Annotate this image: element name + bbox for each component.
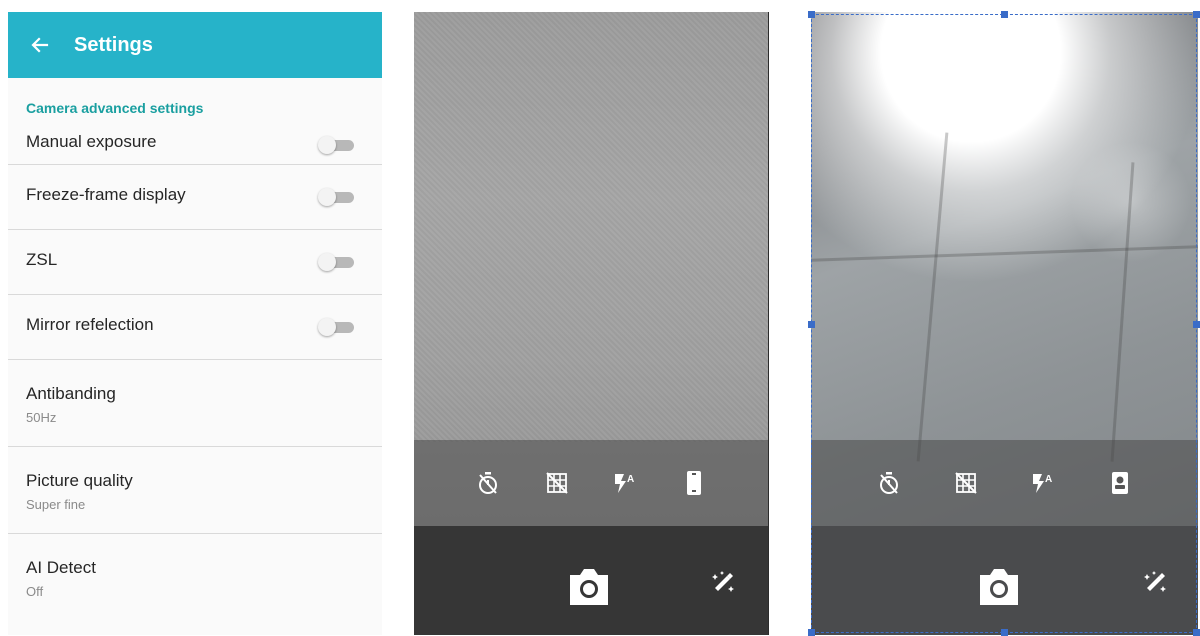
setting-mirror-reflection[interactable]: Mirror refelection	[8, 295, 382, 360]
setting-label: Mirror refelection	[26, 315, 154, 334]
shutter-camera-icon[interactable]	[566, 563, 612, 609]
page-title: Settings	[74, 33, 153, 56]
timer-off-icon[interactable]	[875, 469, 903, 497]
back-arrow-icon[interactable]	[26, 31, 54, 59]
camera-switch-icon[interactable]	[680, 469, 708, 497]
svg-text:A: A	[627, 474, 634, 485]
setting-label: ZSL	[26, 250, 58, 269]
section-header: Camera advanced settings	[26, 100, 204, 116]
setting-label: Freeze-frame display	[26, 185, 186, 204]
timer-off-icon[interactable]	[474, 469, 502, 497]
camera-switch-icon[interactable]	[1106, 469, 1134, 497]
ceiling-beam	[1110, 162, 1135, 462]
panel-divider	[768, 12, 769, 635]
setting-manual-exposure[interactable]: Manual exposure	[8, 122, 382, 165]
setting-label: AI Detect	[26, 558, 96, 577]
flash-auto-icon[interactable]: A	[1029, 469, 1057, 497]
setting-value: Off	[26, 584, 44, 599]
setting-ai-detect[interactable]: AI Detect Off	[8, 534, 382, 620]
camera-toolbar: A	[811, 440, 1198, 526]
manual-exposure-toggle[interactable]	[316, 136, 354, 154]
setting-antibanding[interactable]: Antibanding 50Hz	[8, 360, 382, 447]
magic-wand-icon[interactable]	[709, 568, 737, 596]
setting-picture-quality[interactable]: Picture quality Super fine	[8, 447, 382, 534]
shutter-bar	[811, 526, 1198, 635]
ceiling-beam	[811, 245, 1198, 262]
grid-off-icon[interactable]	[543, 469, 571, 497]
grid-off-icon[interactable]	[952, 469, 980, 497]
app-bar: Settings	[8, 12, 382, 78]
ceiling-beam	[916, 132, 949, 462]
setting-label: Picture quality	[26, 471, 133, 490]
zsl-toggle[interactable]	[316, 253, 354, 271]
flash-auto-icon[interactable]: A	[611, 469, 639, 497]
setting-zsl[interactable]: ZSL	[8, 230, 382, 295]
mirror-reflection-toggle[interactable]	[316, 318, 354, 336]
camera-viewfinder-1: A	[414, 12, 768, 635]
setting-label: Manual exposure	[26, 132, 157, 151]
shutter-camera-icon[interactable]	[976, 563, 1022, 609]
shutter-bar	[414, 526, 768, 635]
setting-label: Antibanding	[26, 384, 116, 403]
magic-wand-icon[interactable]	[1141, 568, 1169, 596]
camera-toolbar: A	[414, 440, 768, 526]
setting-value: 50Hz	[26, 410, 57, 425]
camera-viewfinder-2: A	[811, 12, 1198, 635]
viewfinder-preview	[414, 12, 768, 442]
setting-freeze-frame-display[interactable]: Freeze-frame display	[8, 165, 382, 230]
setting-value: Super fine	[26, 497, 86, 512]
svg-text:A: A	[1045, 474, 1052, 485]
freeze-frame-toggle[interactable]	[316, 188, 354, 206]
settings-panel: Settings Camera advanced settings Manual…	[8, 12, 382, 635]
